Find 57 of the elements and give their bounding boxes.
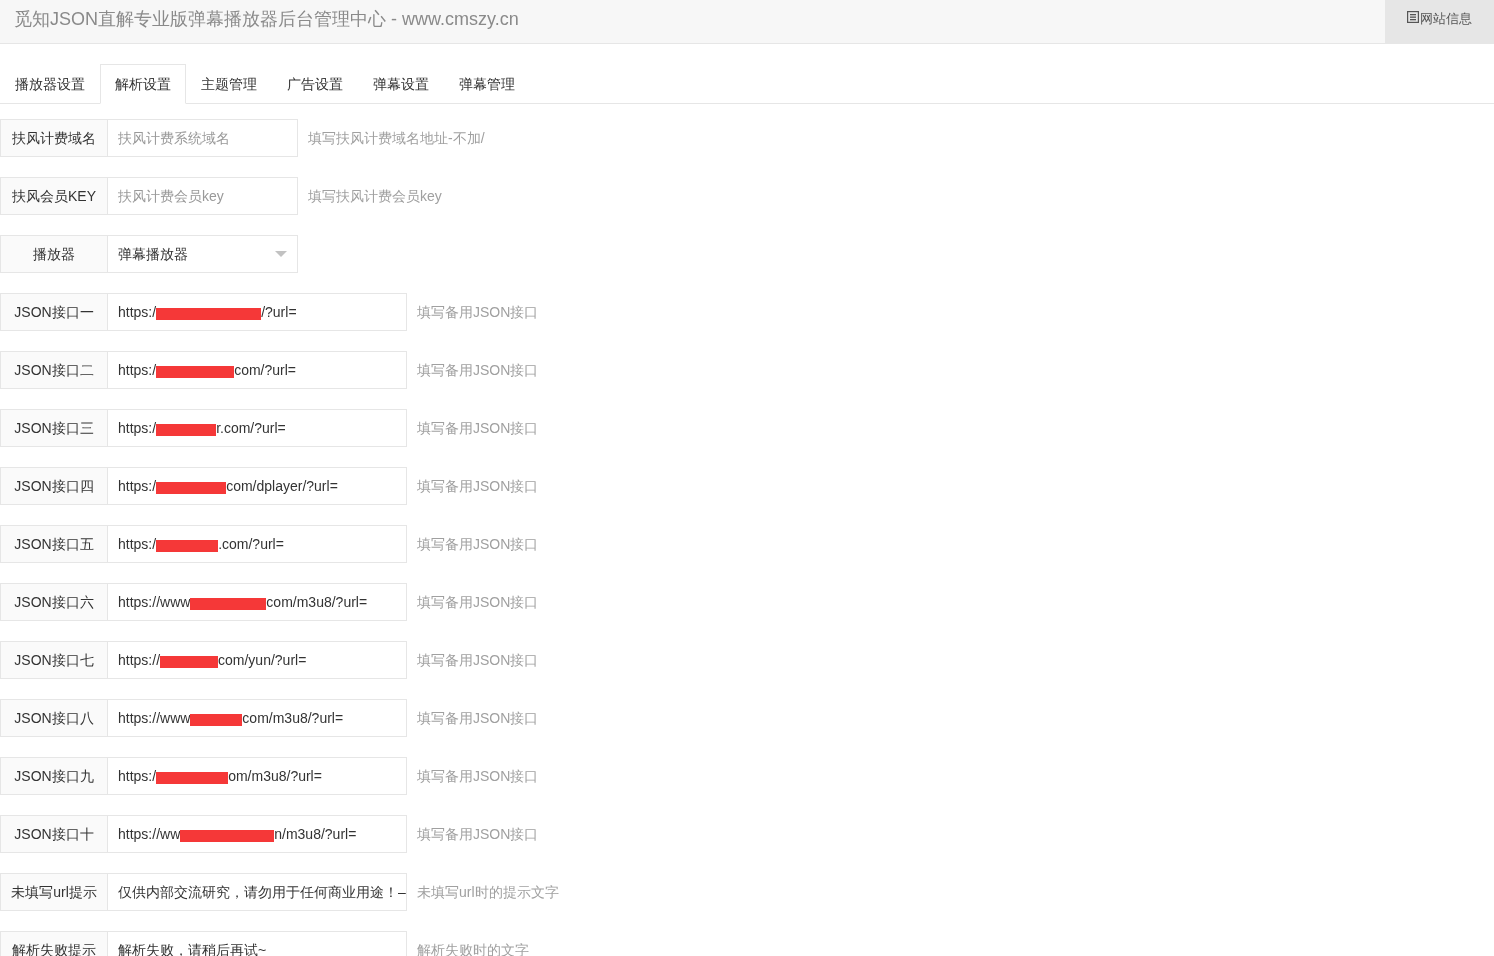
field-label: 扶风计费域名 bbox=[0, 119, 108, 157]
field-label: 未填写url提示 bbox=[0, 873, 108, 911]
hint-text: 填写备用JSON接口 bbox=[417, 302, 539, 322]
hint-text: 填写扶风计费会员key bbox=[308, 186, 442, 206]
field-label: JSON接口五 bbox=[0, 525, 108, 563]
input-field[interactable]: https:/ r.com/?url= bbox=[108, 409, 407, 447]
field-label: JSON接口三 bbox=[0, 409, 108, 447]
hint-text: 填写备用JSON接口 bbox=[417, 476, 539, 496]
page-title: 觅知JSON直解专业版弹幕播放器后台管理中心 - www.cmszy.cn bbox=[13, 8, 520, 31]
redaction-mark bbox=[156, 481, 227, 494]
input-field[interactable]: https://www com/m3u8/?url= bbox=[108, 699, 407, 737]
input-field[interactable]: https:/ om/m3u8/?url= bbox=[108, 757, 407, 795]
hint-text: 填写备用JSON接口 bbox=[417, 766, 539, 786]
hint-text: 填写扶风计费域名地址-不加/ bbox=[308, 128, 485, 148]
field-label: JSON接口六 bbox=[0, 583, 108, 621]
field-label: JSON接口二 bbox=[0, 351, 108, 389]
input-field[interactable]: https:/ com/?url= bbox=[108, 351, 407, 389]
field-label: 解析失败提示 bbox=[0, 931, 108, 956]
input-field[interactable]: 解析失败，请稍后再试~ bbox=[108, 931, 407, 956]
field-label: 播放器 bbox=[0, 235, 108, 273]
hint-text: 填写备用JSON接口 bbox=[417, 708, 539, 728]
list-icon bbox=[1407, 11, 1419, 23]
tab[interactable]: 解析设置 bbox=[100, 64, 186, 104]
select-field[interactable]: 弹幕播放器 bbox=[108, 235, 298, 273]
input-field[interactable]: 仅供内部交流研究，请勿用于任何商业用途！– bbox=[108, 873, 407, 911]
input-field[interactable]: https:/ com/dplayer/?url= bbox=[108, 467, 407, 505]
hint-text: 填写备用JSON接口 bbox=[417, 418, 539, 438]
tab[interactable]: 弹幕设置 bbox=[358, 64, 444, 104]
tab[interactable]: 播放器设置 bbox=[0, 64, 100, 104]
dropdown-arrow-icon bbox=[275, 251, 287, 257]
input-field[interactable]: https:/ /?url= bbox=[108, 293, 407, 331]
input-field[interactable]: https://www com/m3u8/?url= bbox=[108, 583, 407, 621]
input-field[interactable]: https:// com/yun/?url= bbox=[108, 641, 407, 679]
tab[interactable]: 主题管理 bbox=[186, 64, 272, 104]
hint-text: 填写备用JSON接口 bbox=[417, 650, 539, 670]
redaction-mark bbox=[190, 713, 243, 726]
input-field[interactable]: https://ww n/m3u8/?url= bbox=[108, 815, 407, 853]
redaction-mark bbox=[156, 423, 217, 436]
hint-text: 填写备用JSON接口 bbox=[417, 592, 539, 612]
field-label: JSON接口十 bbox=[0, 815, 108, 853]
hint-text: 未填写url时的提示文字 bbox=[417, 882, 559, 902]
hint-text: 填写备用JSON接口 bbox=[417, 534, 539, 554]
hint-text: 填写备用JSON接口 bbox=[417, 360, 539, 380]
field-label: JSON接口七 bbox=[0, 641, 108, 679]
input-field[interactable]: https:/ .com/?url= bbox=[108, 525, 407, 563]
redaction-mark bbox=[156, 539, 219, 552]
field-label: JSON接口九 bbox=[0, 757, 108, 795]
field-label: JSON接口八 bbox=[0, 699, 108, 737]
site-info-button[interactable]: 网站信息 bbox=[1385, 0, 1494, 43]
tab[interactable]: 弹幕管理 bbox=[444, 64, 530, 104]
field-label: JSON接口一 bbox=[0, 293, 108, 331]
hint-text: 填写备用JSON接口 bbox=[417, 824, 539, 844]
redaction-mark bbox=[160, 655, 219, 668]
tab[interactable]: 广告设置 bbox=[272, 64, 358, 104]
field-label: 扶风会员KEY bbox=[0, 177, 108, 215]
field-label: JSON接口四 bbox=[0, 467, 108, 505]
hint-text: 解析失败时的文字 bbox=[417, 940, 529, 956]
